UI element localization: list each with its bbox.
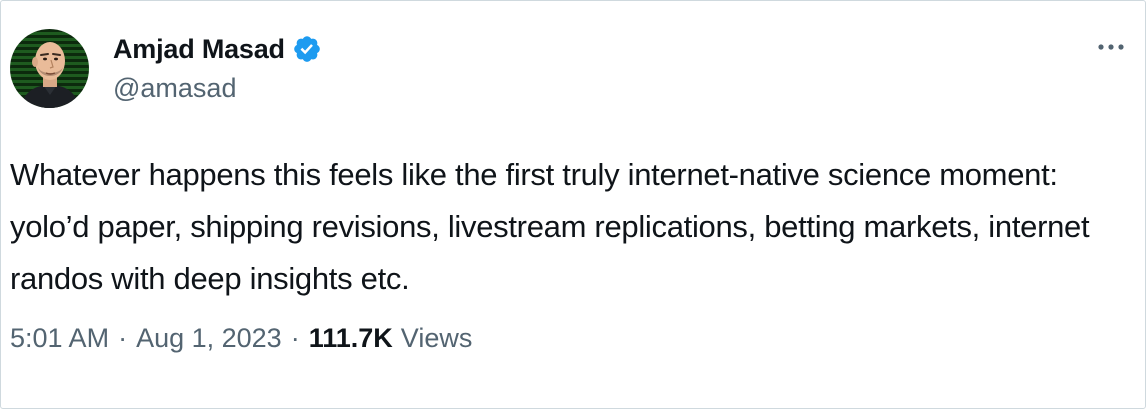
author-name[interactable]: Amjad Masad (113, 34, 285, 65)
tweet-date[interactable]: Aug 1, 2023 (136, 323, 282, 354)
more-horizontal-icon (1098, 44, 1124, 50)
view-count: 111.7K (308, 323, 393, 353)
avatar[interactable] (10, 29, 89, 108)
avatar-image (10, 29, 89, 108)
separator: · (118, 323, 128, 353)
verified-badge-icon (292, 34, 322, 64)
tweet-time[interactable]: 5:01 AM (10, 323, 109, 354)
author-row: Amjad Masad (113, 31, 322, 67)
tweet-card: Amjad Masad @amasad Whatever happens thi… (0, 0, 1146, 409)
more-button[interactable] (1091, 35, 1131, 59)
separator: · (290, 323, 300, 353)
author-handle[interactable]: @amasad (113, 73, 236, 104)
views-label: Views (400, 323, 473, 353)
tweet-meta: 5:01 AM · Aug 1, 2023 · 111.7K Views (10, 323, 472, 354)
tweet-text: Whatever happens this feels like the fir… (10, 157, 1090, 296)
